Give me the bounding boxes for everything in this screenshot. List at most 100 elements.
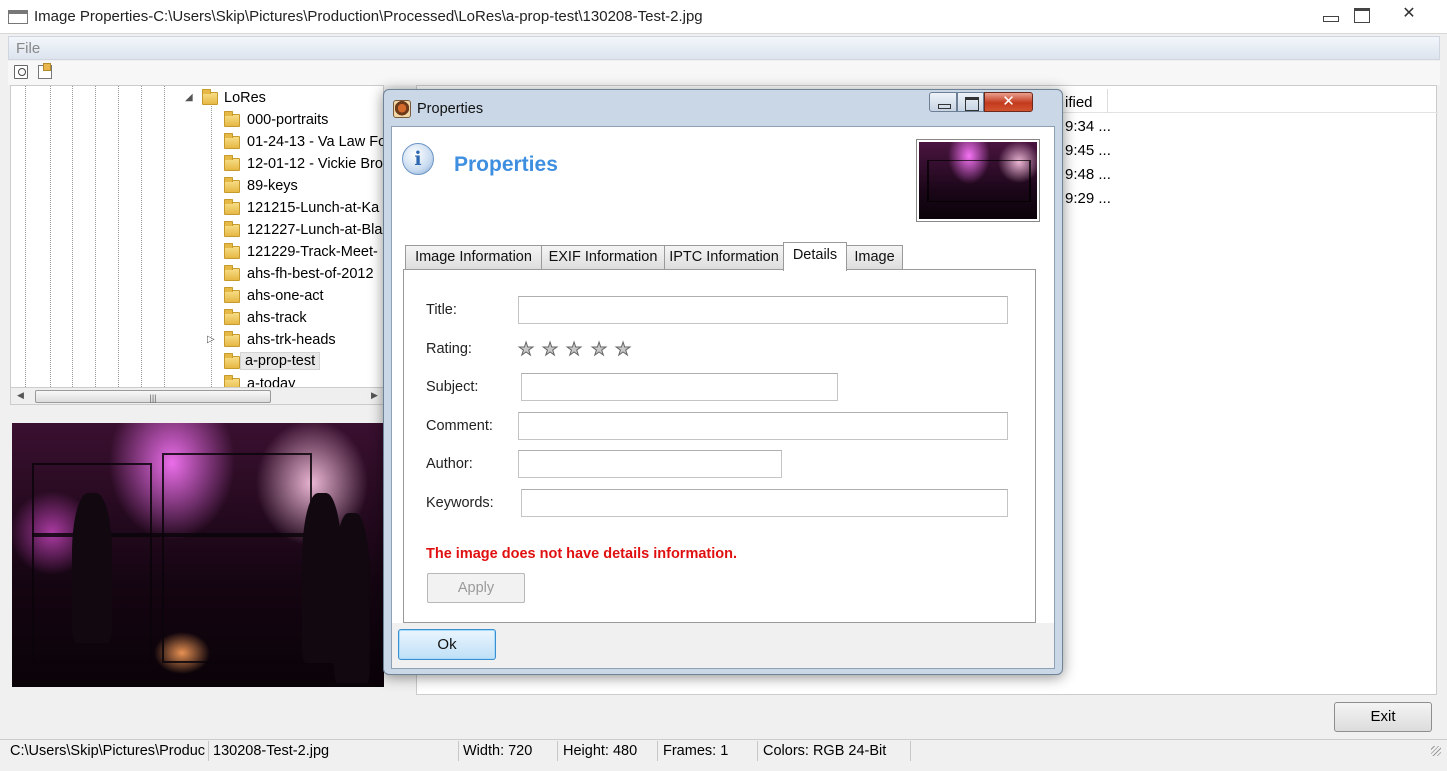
image-preview [12, 423, 384, 687]
main-window-title: Image Properties-C:\Users\Skip\Pictures\… [34, 8, 703, 25]
close-button[interactable]: ✕ [1393, 4, 1425, 24]
ok-button[interactable]: Ok [398, 629, 496, 660]
dialog-footer: Ok [392, 623, 1054, 668]
list-cell-modified[interactable]: 9:34 ... [1065, 118, 1111, 135]
status-separator [757, 741, 758, 761]
dialog-titlebar[interactable]: Properties ✕ [384, 90, 1062, 124]
app-window-icon [8, 10, 28, 24]
tree-item-label: ahs-fh-best-of-2012 [247, 266, 374, 282]
magnifier-icon[interactable] [14, 65, 28, 79]
folder-icon [224, 199, 240, 215]
author-input[interactable] [518, 450, 782, 478]
tree-item-label: a-prop-test [240, 352, 321, 370]
folder-tree[interactable]: ◢ LoRes 000-portraits 01-24-13 - Va Law … [10, 85, 384, 388]
subject-input[interactable] [521, 373, 838, 401]
tree-item-label: ahs-track [247, 310, 307, 326]
tree-guide [95, 86, 96, 387]
dialog-minimize-button[interactable] [929, 92, 957, 112]
scrollbar-thumb[interactable]: ||| [35, 390, 271, 403]
rating-label: Rating: [426, 341, 472, 357]
dialog-app-icon [393, 100, 411, 118]
preview-figure [72, 493, 112, 643]
main-titlebar: Image Properties-C:\Users\Skip\Pictures\… [0, 0, 1447, 34]
folder-icon [224, 331, 240, 347]
column-header-modified[interactable]: ified [1065, 94, 1093, 111]
tree-guide [50, 86, 51, 387]
tree-guide [118, 86, 119, 387]
title-input[interactable] [518, 296, 1008, 324]
tab-exif-information[interactable]: EXIF Information [541, 245, 665, 270]
folder-icon [224, 111, 240, 127]
exit-button[interactable]: Exit [1334, 702, 1432, 732]
status-height: Height: 480 [563, 743, 638, 759]
image-thumbnail [916, 139, 1040, 222]
folder-icon [224, 287, 240, 303]
list-cell-modified[interactable]: 9:45 ... [1065, 142, 1111, 159]
status-width: Width: 720 [463, 743, 533, 759]
star-icon[interactable]: ★ [517, 340, 534, 359]
tree-item-label: 121229-Track-Meet- [247, 244, 378, 260]
toolbar [8, 61, 1440, 85]
maximize-button[interactable] [1347, 4, 1375, 24]
tab-details[interactable]: Details [783, 242, 847, 271]
status-separator [557, 741, 558, 761]
scroll-left-arrow-icon[interactable]: ◀ [17, 390, 24, 401]
expand-arrow-icon[interactable]: ▷ [207, 334, 215, 345]
folder-icon [224, 155, 240, 171]
star-icon[interactable]: ★ [590, 340, 607, 359]
star-icon[interactable]: ★ [565, 340, 582, 359]
comment-label: Comment: [426, 418, 493, 434]
status-frames: Frames: 1 [663, 743, 729, 759]
tree-item-label: 121215-Lunch-at-Ka [247, 200, 380, 216]
collapse-arrow-icon[interactable]: ◢ [185, 92, 193, 103]
tree-guide [141, 86, 142, 387]
tab-iptc-information[interactable]: IPTC Information [664, 245, 784, 270]
menu-file[interactable]: File [16, 40, 40, 57]
comment-input[interactable] [518, 412, 1008, 440]
keywords-label: Keywords: [426, 495, 494, 511]
properties-dialog: Properties ✕ i Properties Image Informat… [383, 89, 1063, 675]
list-cell-modified[interactable]: 9:29 ... [1065, 190, 1111, 207]
statusbar: C:\Users\Skip\Pictures\Produc 130208-Tes… [0, 739, 1447, 763]
folder-icon [224, 309, 240, 325]
minimize-button[interactable] [1316, 4, 1344, 24]
tree-item-label: 01-24-13 - Va Law Fo [247, 134, 384, 150]
status-separator [208, 741, 209, 761]
dialog-close-button[interactable]: ✕ [984, 92, 1033, 112]
info-icon: i [402, 143, 434, 175]
star-icon[interactable]: ★ [541, 340, 558, 359]
folder-icon [224, 243, 240, 259]
properties-icon[interactable] [38, 63, 52, 79]
tab-image[interactable]: Image [846, 245, 903, 270]
thumbnail-picture [919, 142, 1037, 219]
tree-guide [72, 86, 73, 387]
tree-item-label: 89-keys [247, 178, 298, 194]
folder-icon [224, 177, 240, 193]
author-label: Author: [426, 456, 473, 472]
dialog-title: Properties [417, 101, 484, 117]
folder-icon [224, 221, 240, 237]
tree-item-label: 121227-Lunch-at-Bla [247, 222, 383, 238]
scroll-right-arrow-icon[interactable]: ▶ [371, 390, 378, 401]
no-details-message: The image does not have details informat… [426, 546, 737, 562]
resize-grip-icon[interactable] [1431, 746, 1441, 756]
status-colors: Colors: RGB 24-Bit [763, 743, 887, 759]
list-cell-modified[interactable]: 9:48 ... [1065, 166, 1111, 183]
dialog-maximize-button[interactable] [957, 92, 984, 112]
folder-icon [224, 353, 240, 369]
column-separator [1107, 89, 1108, 113]
apply-button[interactable]: Apply [427, 573, 525, 603]
subject-label: Subject: [426, 379, 479, 395]
tree-horizontal-scrollbar[interactable]: ◀ ||| ▶ [10, 387, 384, 405]
tree-item-label: LoRes [224, 90, 266, 106]
keywords-input[interactable] [521, 489, 1008, 517]
menubar: File [8, 36, 1440, 60]
folder-icon [224, 265, 240, 281]
title-label: Title: [426, 302, 457, 318]
status-filename: 130208-Test-2.jpg [213, 743, 330, 759]
preview-figure [334, 513, 370, 683]
status-separator [657, 741, 658, 761]
details-panel: Title: Rating: ★ ★ ★ ★ ★ Subject: Commen… [403, 269, 1036, 623]
tab-image-information[interactable]: Image Information [405, 245, 542, 270]
star-icon[interactable]: ★ [614, 340, 631, 359]
